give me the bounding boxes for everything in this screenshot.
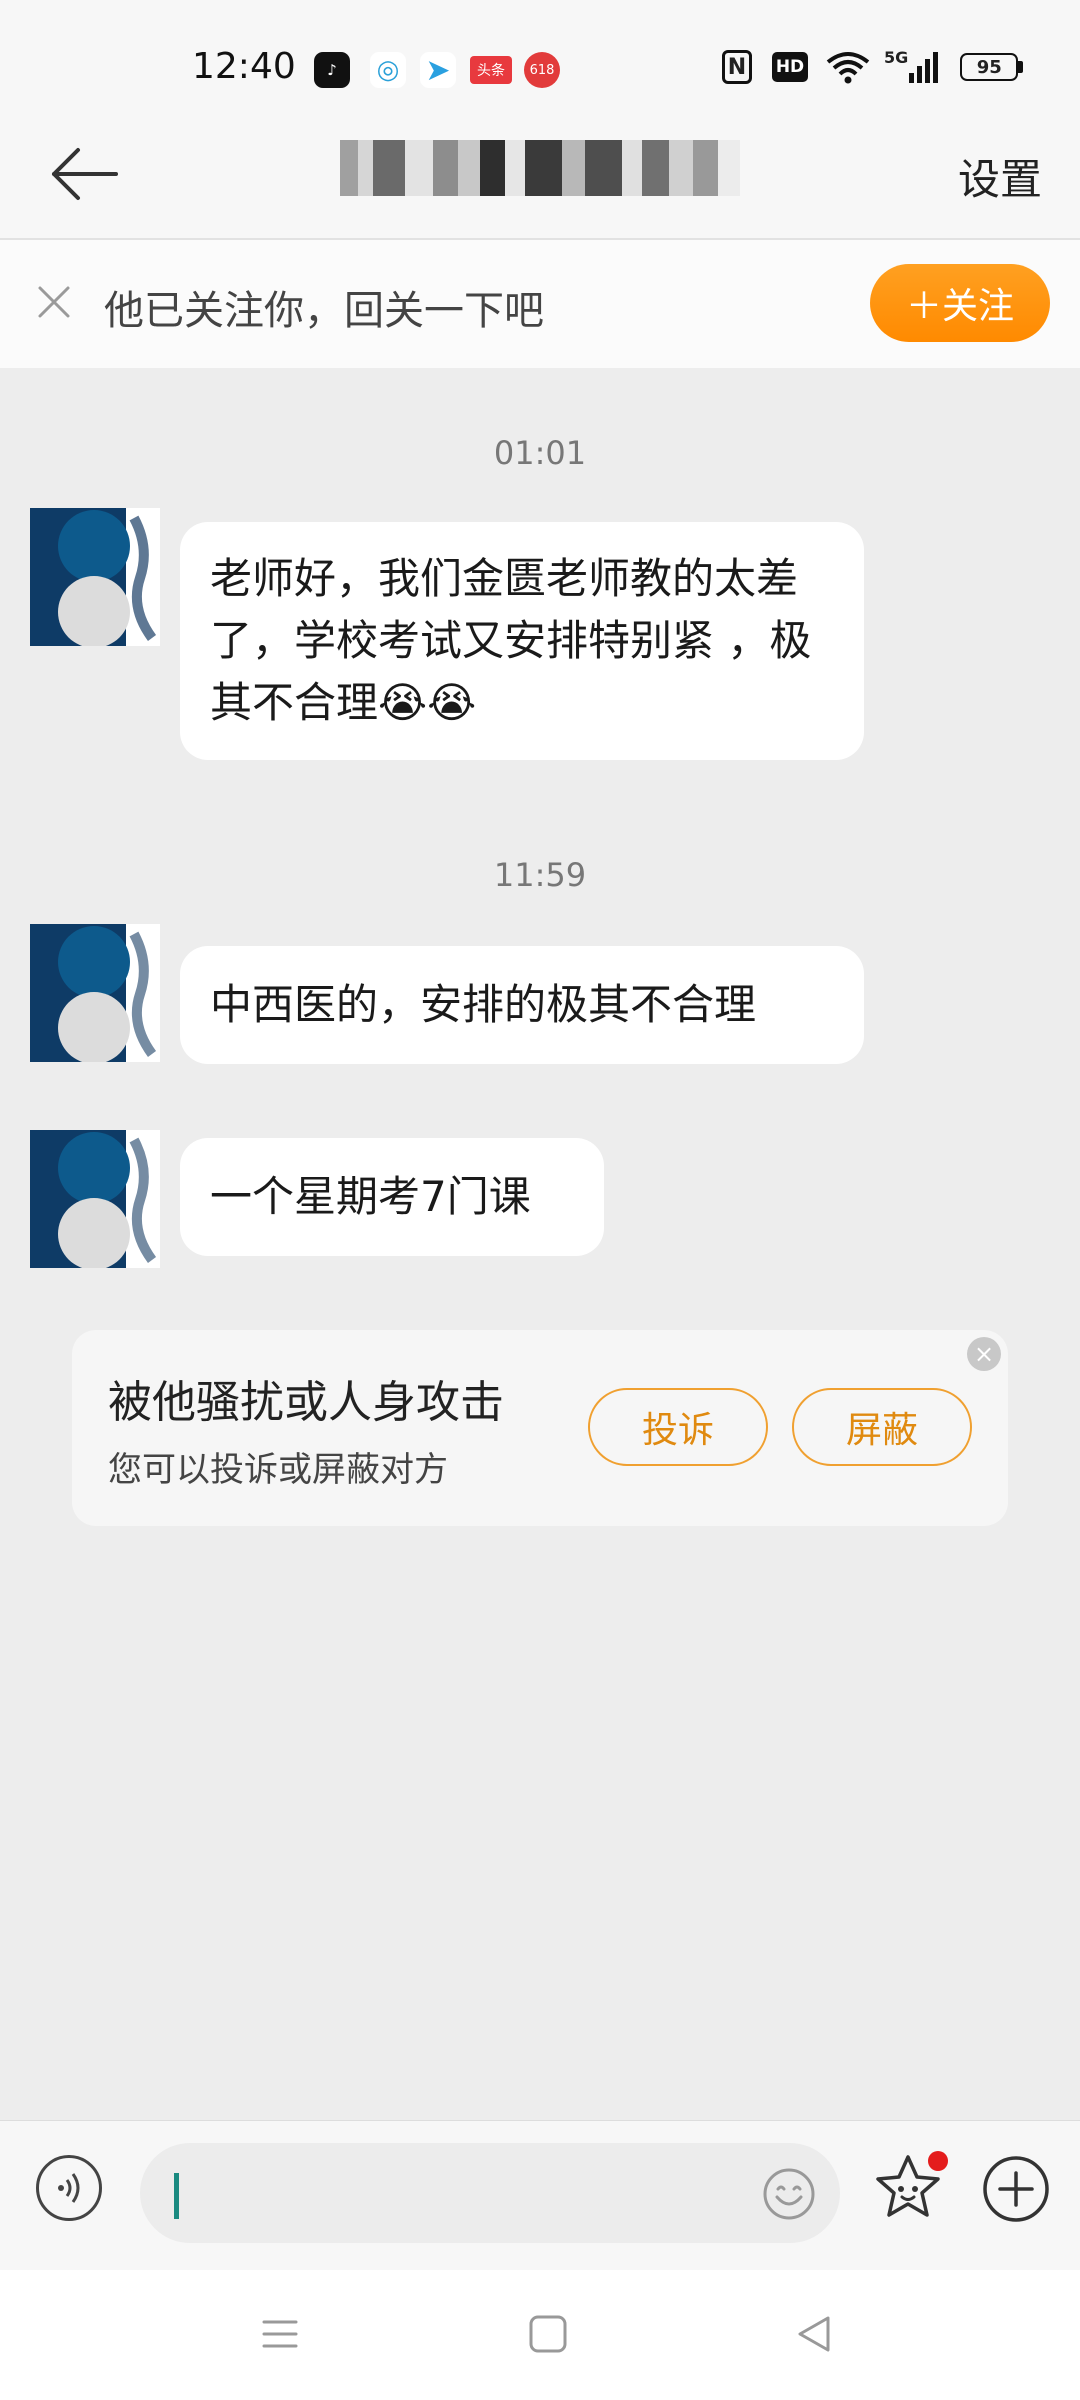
text-cursor xyxy=(174,2173,179,2219)
follow-button[interactable]: ＋关注 xyxy=(870,264,1050,342)
avatar[interactable] xyxy=(30,924,160,1062)
avatar[interactable] xyxy=(30,508,160,646)
hd-icon: HD xyxy=(772,52,808,82)
telegram-icon: ➤ xyxy=(420,52,456,88)
message-bubble[interactable]: 老师好，我们金匮老师教的太差了，学校考试又安排特别紧 ，极其不合理😭😭 xyxy=(180,522,864,760)
complain-button[interactable]: 投诉 xyxy=(588,1388,768,1466)
message-text: 一个星期考7门课 xyxy=(210,1172,531,1221)
close-icon[interactable] xyxy=(34,282,74,322)
menu-icon[interactable] xyxy=(260,2314,300,2354)
system-nav-bar xyxy=(0,2270,1080,2400)
status-bar: 12:40 ♪ ◎ ➤ 头条 618 N HD 5G 95 xyxy=(0,0,1080,130)
home-icon[interactable] xyxy=(528,2314,568,2354)
message-timestamp: 11:59 xyxy=(493,856,587,894)
contact-name-redacted xyxy=(340,140,740,196)
tiktok-icon: ♪ xyxy=(314,52,350,88)
harassment-notice-card: 被他骚扰或人身攻击 您可以投诉或屏蔽对方 投诉 屏蔽 × xyxy=(72,1330,1008,1526)
battery-tip xyxy=(1018,61,1024,73)
settings-button[interactable]: 设置 xyxy=(958,146,1042,207)
message-input[interactable] xyxy=(140,2143,840,2243)
avatar[interactable] xyxy=(30,1130,160,1268)
follow-back-prompt: 他已关注你，回关一下吧 xyxy=(104,288,544,334)
signal-icon xyxy=(909,52,939,83)
back-nav-icon[interactable] xyxy=(794,2314,834,2354)
status-time: 12:40 xyxy=(192,46,296,87)
plus-icon[interactable] xyxy=(982,2155,1050,2223)
notice-close-icon[interactable]: × xyxy=(967,1337,1001,1371)
nfc-icon: N xyxy=(722,50,752,84)
back-arrow-icon[interactable] xyxy=(44,140,124,208)
notification-dot xyxy=(928,2151,948,2171)
notice-title: 被他骚扰或人身攻击 xyxy=(108,1377,504,1428)
message-input-bar xyxy=(0,2120,1080,2271)
china-mobile-icon: ◎ xyxy=(370,52,406,88)
battery-level: 95 xyxy=(976,56,1002,78)
jd-618-icon: 618 xyxy=(524,52,560,88)
message-text: 中西医的，安排的极其不合理 xyxy=(210,980,757,1029)
emoji-icon[interactable] xyxy=(762,2167,816,2221)
message-bubble[interactable]: 中西医的，安排的极其不合理 xyxy=(180,946,864,1064)
message-bubble[interactable]: 一个星期考7门课 xyxy=(180,1138,604,1256)
message-timestamp: 01:01 xyxy=(493,434,587,472)
toutiao-icon: 头条 xyxy=(470,56,512,84)
wifi-icon xyxy=(826,52,870,84)
block-button[interactable]: 屏蔽 xyxy=(792,1388,972,1466)
battery-icon: 95 xyxy=(960,53,1019,81)
status-right: N HD 5G 95 xyxy=(722,47,1024,84)
voice-input-icon[interactable] xyxy=(36,2155,102,2221)
network-type: 5G xyxy=(884,47,909,67)
notice-subtitle: 您可以投诉或屏蔽对方 xyxy=(108,1450,448,1490)
